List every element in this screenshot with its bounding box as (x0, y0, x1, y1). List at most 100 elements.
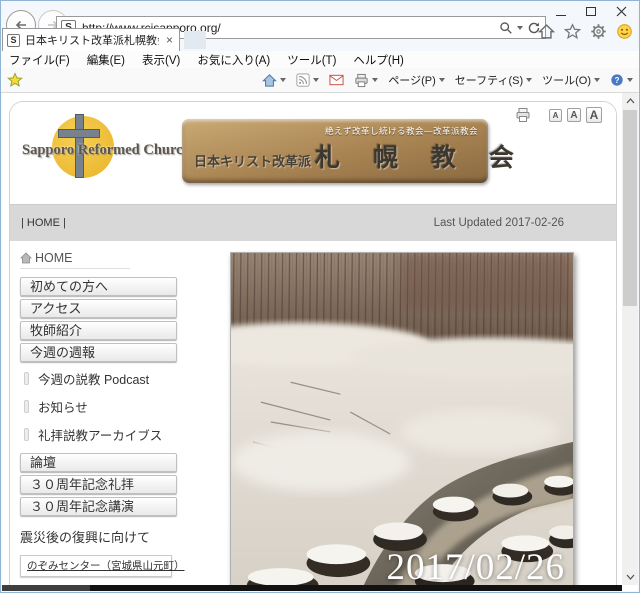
close-button[interactable] (606, 1, 636, 21)
main-photo: 2017/02/26 (230, 252, 574, 591)
bullet-bar-icon (24, 428, 29, 441)
maximize-icon (586, 7, 596, 16)
home-page-caret (280, 78, 286, 82)
sidebar-item-nozomi-center[interactable]: のぞみセンター（宮城県山元町） (20, 555, 172, 577)
sidebar-item-weekly-bulletin[interactable]: 今週の週報 (20, 343, 177, 362)
menu-favorites[interactable]: お気に入り(A) (197, 52, 270, 68)
sub-link-label: 礼拝説教アーカイブス (38, 425, 162, 444)
command-bar: ページ(P) セーフティ(S) ツール(O) ? (1, 68, 639, 93)
sign-church-name: 札 幌 教 会 (315, 138, 527, 174)
help-menu-button[interactable]: ? (610, 73, 633, 87)
minimize-button[interactable] (546, 1, 576, 21)
page-container: A A A Sapporo Reformed Church 絶えず改革し続ける教… (9, 101, 617, 591)
tools-menu-caret (594, 78, 600, 82)
main-content: HOME 初めての方へ アクセス 牧師紹介 今週の週報 今週の説教 Podcas… (10, 241, 616, 591)
sidebar-item-news[interactable]: お知らせ (24, 397, 195, 416)
sidebar-sub-links: 今週の説教 Podcast お知らせ 礼拝説教アーカイブス (24, 369, 195, 444)
scroll-down-button[interactable] (622, 569, 638, 585)
vertical-scrollbar[interactable] (622, 93, 638, 585)
sidebar-item-pastor[interactable]: 牧師紹介 (20, 321, 177, 340)
tab-close-icon[interactable]: × (164, 33, 175, 47)
feed-icon (296, 73, 310, 87)
page-print-icon[interactable] (515, 107, 531, 123)
safety-menu-button[interactable]: セーフティ(S) (455, 72, 532, 88)
feedback-smiley-icon[interactable] (616, 23, 633, 40)
sidebar-item-sermon-archives[interactable]: 礼拝説教アーカイブス (24, 425, 195, 444)
feed-button[interactable] (296, 73, 319, 87)
page-menu-label: ページ(P) (388, 72, 435, 88)
safety-menu-caret (526, 78, 532, 82)
sign-denomination: 日本キリスト改革派 (194, 151, 311, 170)
search-icon[interactable] (499, 21, 513, 35)
tools-menu-button[interactable]: ツール(O) (542, 72, 600, 88)
help-icon: ? (610, 73, 624, 87)
page-viewport: A A A Sapporo Reformed Church 絶えず改革し続ける教… (2, 93, 638, 591)
scrollbar-thumb[interactable] (623, 110, 637, 306)
maximize-button[interactable] (576, 1, 606, 21)
search-dropdown-caret[interactable] (517, 26, 523, 30)
breadcrumb[interactable]: | HOME | (21, 217, 66, 229)
font-size-medium-button[interactable]: A (567, 108, 581, 122)
new-tab-button[interactable] (184, 31, 206, 49)
browser-window: S http://www.rcjsapporo.org/ (0, 0, 640, 593)
sidebar: HOME 初めての方へ アクセス 牧師紹介 今週の週報 今週の説教 Podcas… (20, 249, 195, 591)
tab-favicon: S (7, 34, 20, 47)
feed-caret (313, 78, 319, 82)
photo-date-overlay: 2017/02/26 (386, 546, 565, 589)
menu-help[interactable]: ヘルプ(H) (353, 52, 403, 68)
tools-menu-label: ツール(O) (542, 72, 591, 88)
page-menu-caret (439, 78, 445, 82)
logo-text: Sapporo Reformed Church (22, 142, 180, 159)
page-menu-button[interactable]: ページ(P) (388, 72, 444, 88)
safety-menu-label: セーフティ(S) (455, 72, 523, 88)
home-page-icon (262, 73, 277, 88)
sidebar-section-heading: 震災後の復興に向けて (20, 527, 195, 546)
home-icon[interactable] (538, 23, 555, 40)
site-logo[interactable]: Sapporo Reformed Church (22, 114, 180, 188)
font-size-small-button[interactable]: A (549, 109, 562, 122)
sidebar-item-30th-worship[interactable]: ３０周年記念礼拝 (20, 475, 177, 494)
read-mail-button[interactable] (329, 74, 344, 86)
mail-icon (329, 74, 344, 86)
settings-gear-icon[interactable] (590, 23, 607, 40)
command-bar-right: ページ(P) セーフティ(S) ツール(O) ? (262, 72, 633, 88)
sidebar-item-home[interactable]: HOME (20, 249, 130, 269)
add-favorite-star-icon[interactable] (7, 72, 23, 88)
browser-tab[interactable]: S 日本キリスト改革派札幌教会 × (2, 28, 180, 51)
address-bar-tools (499, 21, 543, 35)
window-controls (546, 1, 636, 21)
sidebar-item-30th-lecture[interactable]: ３０周年記念講演 (20, 497, 177, 516)
title-bar: S http://www.rcjsapporo.org/ (1, 1, 639, 51)
sidebar-item-podcast[interactable]: 今週の説教 Podcast (24, 369, 195, 388)
quick-icon-group (538, 23, 633, 40)
close-icon (616, 6, 627, 17)
sidebar-item-first-visit[interactable]: 初めての方へ (20, 277, 177, 296)
bullet-bar-icon (24, 400, 29, 413)
menu-bar: ファイル(F) 編集(E) 表示(V) お気に入り(A) ツール(T) ヘルプ(… (1, 51, 639, 68)
font-size-large-button[interactable]: A (586, 107, 602, 123)
menu-edit[interactable]: 編集(E) (87, 52, 125, 68)
chevron-up-icon (626, 98, 635, 104)
nav-band: | HOME | Last Updated 2017-02-26 (10, 205, 616, 241)
site-header: A A A Sapporo Reformed Church 絶えず改革し続ける教… (10, 102, 616, 205)
sub-link-label: お知らせ (38, 397, 88, 416)
sidebar-item-forum[interactable]: 論壇 (20, 453, 177, 472)
last-updated-text: Last Updated 2017-02-26 (434, 217, 564, 229)
menu-view[interactable]: 表示(V) (142, 52, 180, 68)
web-page: A A A Sapporo Reformed Church 絶えず改革し続ける教… (9, 101, 617, 591)
page-footer-bar (2, 585, 622, 591)
sign-main-text: 日本キリスト改革派 札 幌 教 会 (194, 138, 527, 174)
house-icon (20, 252, 32, 264)
favorites-star-icon[interactable] (564, 23, 581, 40)
cross-icon-bar (58, 129, 100, 138)
help-caret (627, 78, 633, 82)
print-icon (354, 73, 369, 88)
menu-tools[interactable]: ツール(T) (287, 52, 336, 68)
menu-file[interactable]: ファイル(F) (9, 52, 70, 68)
sidebar-item-access[interactable]: アクセス (20, 299, 177, 318)
scroll-up-button[interactable] (622, 93, 638, 109)
home-page-button[interactable] (262, 73, 286, 88)
print-button[interactable] (354, 73, 378, 88)
page-header-tools: A A A (515, 107, 602, 123)
minimize-icon (556, 15, 566, 16)
